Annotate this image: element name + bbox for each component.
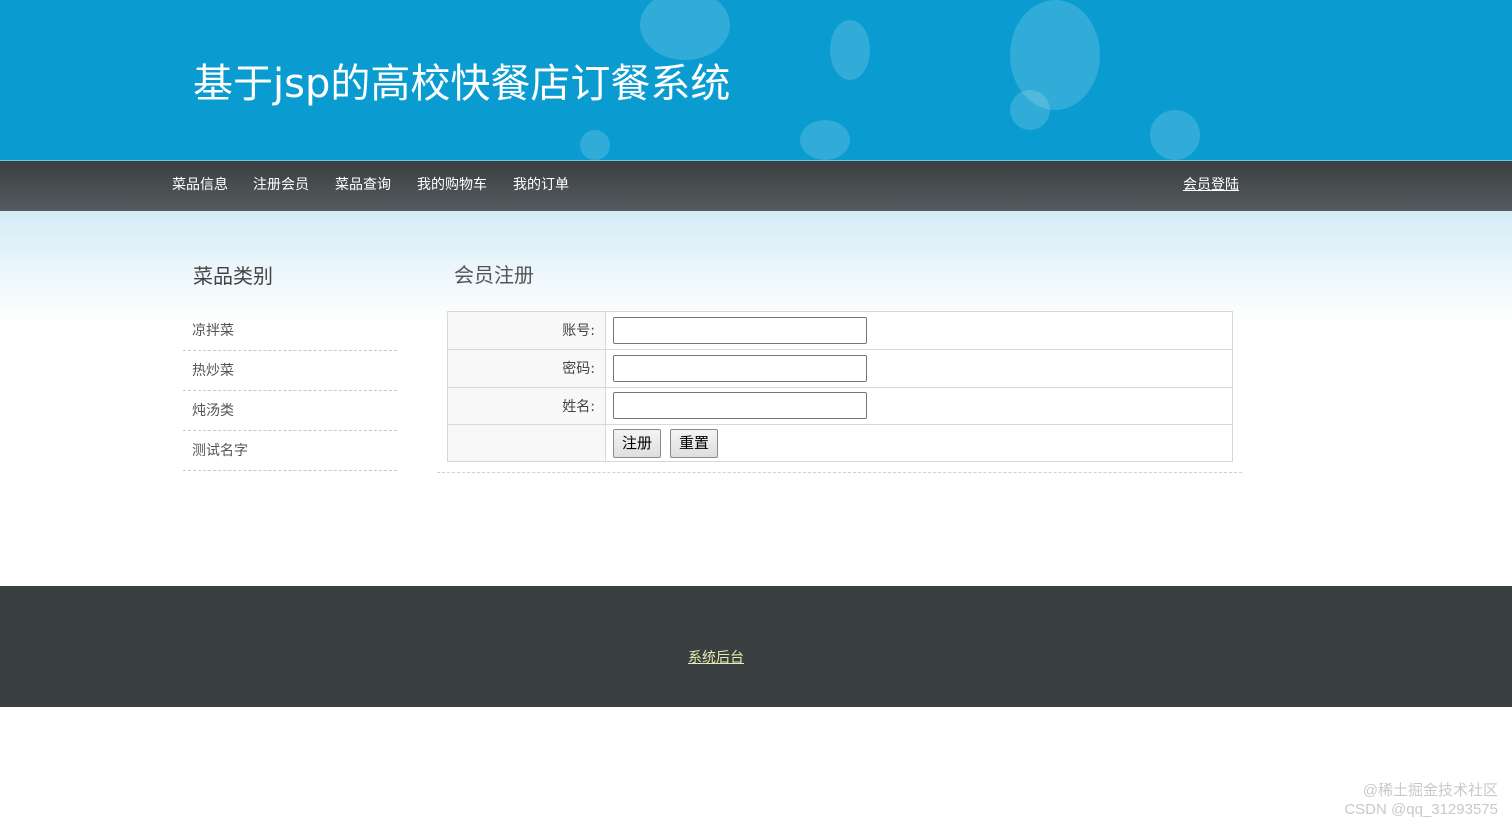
form-label-cell: 密码: [448, 350, 606, 387]
name-label: 姓名: [562, 399, 595, 415]
form-value-cell [606, 388, 1232, 424]
nav-item-dish-search[interactable]: 菜品查询 [335, 175, 391, 195]
form-value-cell [606, 350, 1232, 387]
nav-item-cart[interactable]: 我的购物车 [417, 175, 487, 195]
form-label-cell: 姓名: [448, 388, 606, 424]
header-banner: 基于jsp的高校快餐店订餐系统 [0, 0, 1512, 160]
password-label: 密码: [562, 361, 595, 377]
name-input[interactable] [613, 392, 867, 419]
account-input[interactable] [613, 317, 867, 344]
category-label: 炖汤类 [192, 403, 234, 419]
content-divider [437, 472, 1242, 473]
nav-item-dish-info[interactable]: 菜品信息 [172, 175, 228, 195]
banner-splash-decoration [580, 130, 610, 160]
watermark-line: @稀土掘金技术社区 [1362, 782, 1498, 799]
banner-splash-decoration [640, 0, 730, 60]
form-value-cell [606, 312, 1232, 349]
site-title: 基于jsp的高校快餐店订餐系统 [193, 61, 731, 107]
category-label: 凉拌菜 [192, 323, 234, 339]
register-button[interactable]: 注册 [613, 429, 662, 458]
category-label: 热炒菜 [192, 363, 234, 379]
form-label-cell [448, 425, 606, 461]
registration-form: 账号: 密码: 姓名: 注册 重置 [447, 311, 1233, 462]
form-label-cell: 账号: [448, 312, 606, 349]
banner-splash-decoration [830, 20, 870, 80]
category-item[interactable]: 凉拌菜 [183, 311, 397, 351]
page-title: 会员注册 [454, 263, 534, 287]
nav-item-orders[interactable]: 我的订单 [513, 175, 569, 195]
category-item[interactable]: 炖汤类 [183, 391, 397, 431]
banner-splash-decoration [1010, 90, 1050, 130]
form-row-account: 账号: [448, 312, 1232, 350]
password-input[interactable] [613, 355, 867, 382]
account-label: 账号: [562, 323, 595, 339]
admin-backend-link[interactable]: 系统后台 [688, 648, 744, 668]
member-login-link[interactable]: 会员登陆 [1183, 175, 1239, 195]
category-item[interactable]: 测试名字 [183, 431, 397, 471]
banner-splash-decoration [800, 120, 850, 160]
category-item[interactable]: 热炒菜 [183, 351, 397, 391]
sidebar-title: 菜品类别 [193, 264, 273, 288]
form-row-actions: 注册 重置 [448, 425, 1232, 461]
form-row-name: 姓名: [448, 388, 1232, 425]
banner-splash-decoration [1150, 110, 1200, 160]
reset-button[interactable]: 重置 [670, 429, 719, 458]
form-value-cell: 注册 重置 [606, 425, 1232, 461]
watermark: @稀土掘金技术社区 CSDN @qq_31293575 [1344, 781, 1498, 819]
category-label: 测试名字 [192, 443, 248, 459]
form-row-password: 密码: [448, 350, 1232, 388]
footer: 系统后台 [0, 586, 1512, 707]
watermark-line: CSDN @qq_31293575 [1344, 801, 1498, 818]
nav-item-register[interactable]: 注册会员 [253, 175, 309, 195]
nav-bar: 菜品信息 注册会员 菜品查询 我的购物车 我的订单 会员登陆 [0, 160, 1512, 211]
